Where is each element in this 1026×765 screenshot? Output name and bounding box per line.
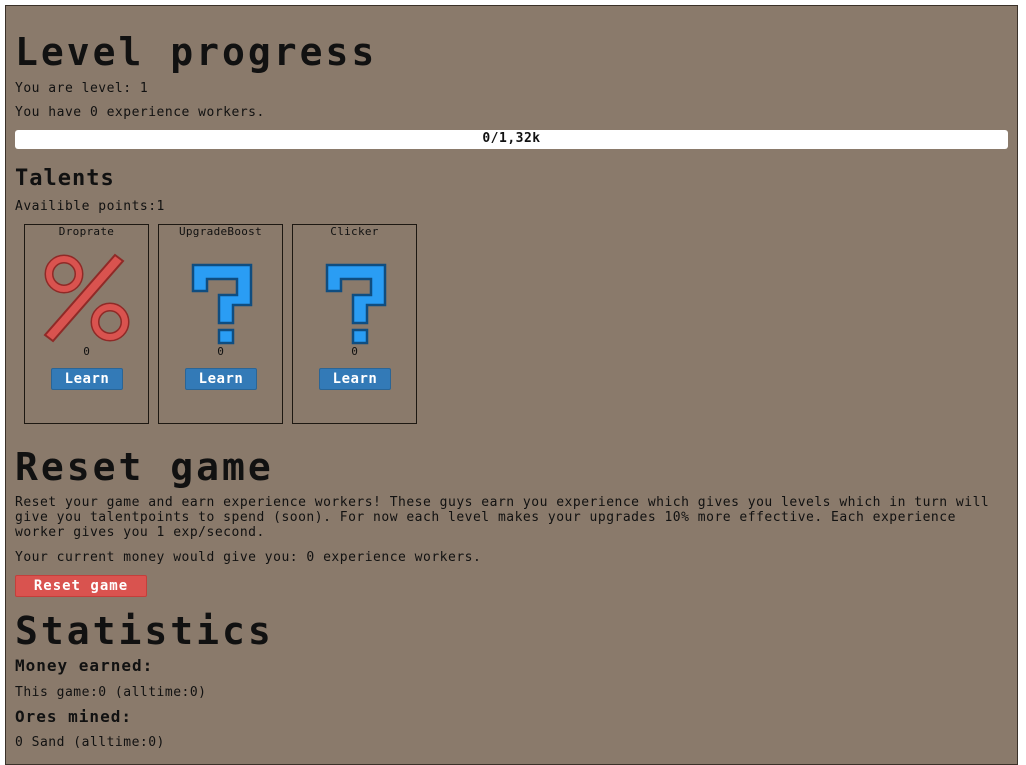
money-earned-text: This game:0 (alltime:0) <box>15 685 207 700</box>
talent-name: Clicker <box>330 225 379 238</box>
available-points: Availible points:1 <box>15 199 165 214</box>
talent-count: 0 <box>217 345 224 358</box>
ores-mined-heading: Ores mined: <box>15 707 132 726</box>
workers-text: You have 0 experience workers. <box>15 105 265 120</box>
learn-button-clicker[interactable]: Learn <box>319 368 391 390</box>
level-progress-title: Level progress <box>15 30 378 74</box>
talent-name: UpgradeBoost <box>178 225 263 238</box>
xp-progress-text: 0/1,32k <box>482 131 541 146</box>
statistics-title: Statistics <box>15 609 274 653</box>
talent-card-clicker: Clicker 0 Learn <box>292 224 417 424</box>
question-mark-icon <box>175 253 267 345</box>
question-mark-icon <box>309 253 401 345</box>
reset-description: Reset your game and earn experience work… <box>15 495 990 540</box>
learn-button-upgradeboost[interactable]: Learn <box>185 368 257 390</box>
reset-current-money-text: Your current money would give you: 0 exp… <box>15 550 482 565</box>
percent-icon <box>41 253 133 345</box>
talent-card-upgradeboost: UpgradeBoost 0 Learn <box>158 224 283 424</box>
game-panel: Level progress You are level: 1 You have… <box>5 5 1018 765</box>
talents-title: Talents <box>15 166 115 191</box>
talent-name: Droprate <box>58 225 115 238</box>
talent-count: 0 <box>351 345 358 358</box>
talent-card-droprate: Droprate 0 Learn <box>24 224 149 424</box>
money-earned-heading: Money earned: <box>15 656 154 675</box>
reset-game-button[interactable]: Reset game <box>15 575 147 597</box>
level-text: You are level: 1 <box>15 81 149 96</box>
reset-game-title: Reset game <box>15 445 274 489</box>
xp-progress-bar: 0/1,32k <box>15 130 1008 149</box>
learn-button-droprate[interactable]: Learn <box>51 368 123 390</box>
talent-count: 0 <box>83 345 90 358</box>
